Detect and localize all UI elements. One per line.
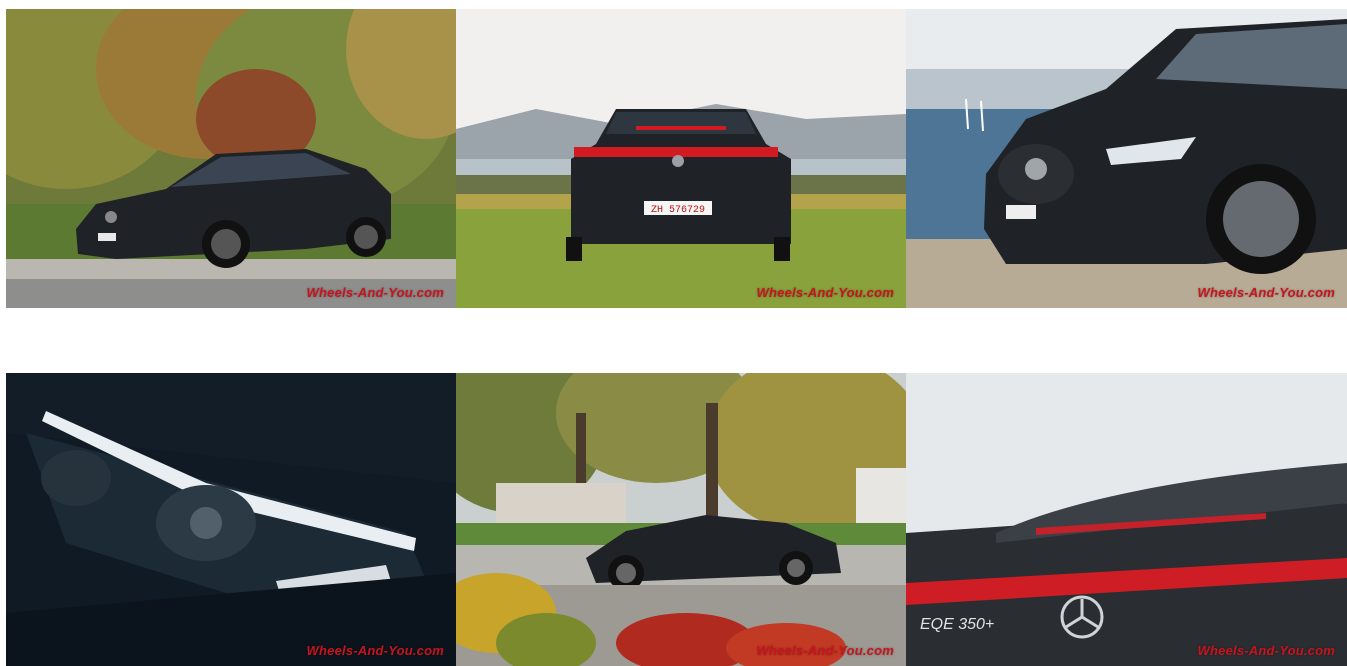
- watermark-text: Wheels-And-You.com: [306, 643, 444, 658]
- gallery-photo-6[interactable]: EQE 350+ Wheels-And-You.com: [906, 373, 1347, 666]
- photo-eqe-front-detail: [906, 9, 1347, 308]
- gallery-photo-3[interactable]: Wheels-And-You.com: [906, 9, 1347, 308]
- watermark-text: Wheels-And-You.com: [306, 285, 444, 300]
- photo-gallery: Wheels-And-You.com ZH 576729 Wheels-And-…: [0, 0, 1347, 666]
- gallery-photo-1[interactable]: Wheels-And-You.com: [6, 9, 456, 308]
- gallery-photo-2[interactable]: ZH 576729 Wheels-And-You.com: [456, 9, 906, 308]
- watermark-text: Wheels-And-You.com: [756, 643, 894, 658]
- gallery-photo-4[interactable]: Wheels-And-You.com: [6, 373, 456, 666]
- watermark-text: Wheels-And-You.com: [756, 285, 894, 300]
- watermark-text: Wheels-And-You.com: [1197, 285, 1335, 300]
- photo-eqe-rear: ZH 576729: [456, 9, 906, 308]
- photo-eqe-park-side: [456, 373, 906, 666]
- model-badge: EQE 350+: [920, 616, 994, 633]
- photo-eqe-rear-badge: EQE 350+: [906, 373, 1347, 666]
- license-plate: ZH 576729: [651, 205, 705, 216]
- gallery-photo-5[interactable]: Wheels-And-You.com: [456, 373, 906, 666]
- photo-eqe-headlight: [6, 373, 456, 666]
- watermark-text: Wheels-And-You.com: [1197, 643, 1335, 658]
- photo-eqe-front-three-quarter: [6, 9, 456, 308]
